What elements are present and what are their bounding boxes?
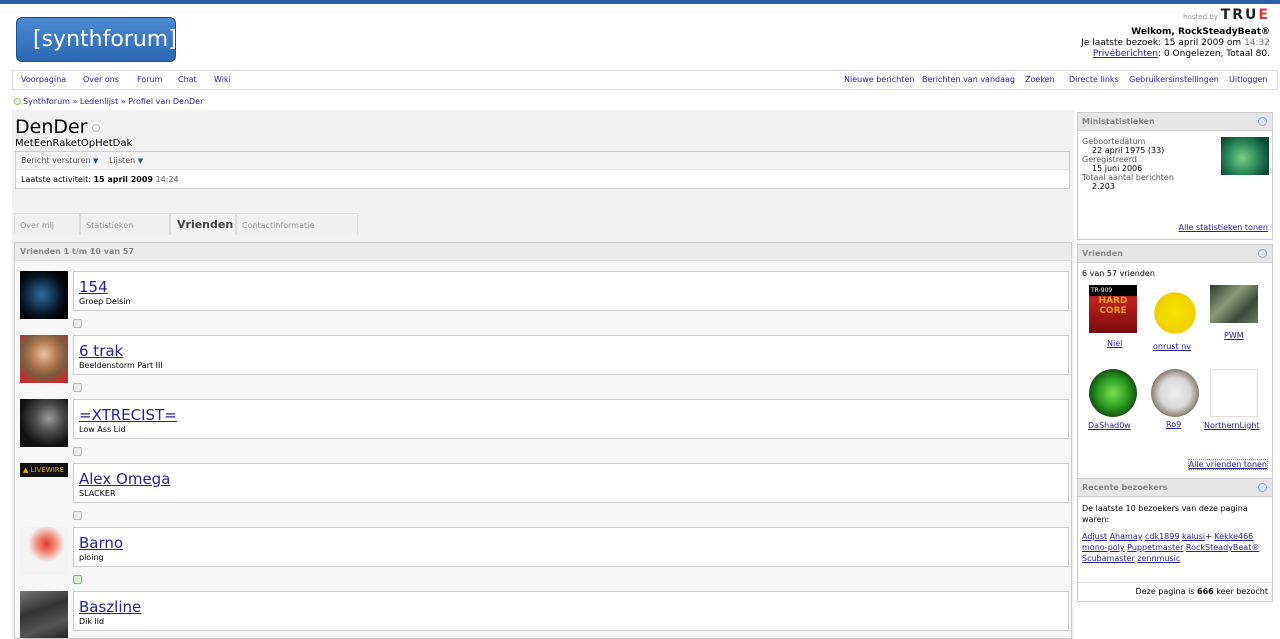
collapse-icon[interactable] (1258, 117, 1267, 126)
nav-wiki[interactable]: Wiki (214, 75, 231, 84)
page-view-counter: Deze pagina is 666 keer bezocht (1078, 582, 1272, 600)
tab-about-me[interactable]: Over mij (14, 213, 80, 235)
friend-name-link[interactable]: =XTRECIST= (79, 406, 177, 424)
friend-title: SLACKER (79, 489, 116, 498)
friend-link[interactable]: onrust nv (1153, 342, 1191, 351)
avatar[interactable] (20, 271, 68, 319)
recent-visitors-list: Adjust Ahamay cdk1899 kalusi+ Kekke466 m… (1082, 531, 1270, 564)
nav-todays-posts[interactable]: Berichten van vandaag (922, 75, 1015, 84)
collapse-icon[interactable] (73, 447, 82, 456)
visitor-link[interactable]: kalusi (1182, 532, 1205, 541)
visitor-link[interactable]: mono-poly (1082, 543, 1125, 552)
friend-avatar[interactable] (1151, 369, 1199, 417)
last-activity: Laatste activiteit: 15 april 2009 14:24 (21, 175, 179, 184)
nav-logout[interactable]: Uitloggen (1229, 75, 1267, 84)
friend-title: Groep Delsin (79, 297, 131, 306)
recent-visitors-block: Recente bezoekers De laatste 10 bezoeker… (1077, 478, 1273, 602)
friends-count: 6 van 57 vrienden (1082, 269, 1155, 278)
collapse-icon[interactable] (1258, 483, 1267, 492)
collapse-icon[interactable] (73, 511, 82, 520)
host-logo[interactable]: TRUE (1221, 7, 1270, 23)
nav-forum[interactable]: Forum (137, 75, 162, 84)
avatar[interactable] (20, 399, 68, 447)
nav-chat[interactable]: Chat (178, 75, 197, 84)
chevron-down-icon: ▼ (93, 157, 99, 165)
ministats-block: Ministatistieken Geboortedatum 22 april … (1077, 112, 1273, 240)
visitor-link[interactable]: Ahamay (1110, 532, 1143, 541)
collapse-icon[interactable] (73, 319, 82, 328)
avatar[interactable] (20, 527, 68, 575)
nav-quick-links[interactable]: Directe links (1069, 75, 1119, 84)
visitor-link[interactable]: RockSteadyBeat® (1186, 543, 1259, 552)
collapse-icon[interactable] (1258, 249, 1267, 258)
friend-link[interactable]: Niel (1107, 339, 1122, 348)
send-message-button[interactable]: Bericht versturen ▼ (21, 156, 106, 165)
recent-visitors-intro: De laatste 10 bezoekers van deze pagina … (1082, 504, 1248, 524)
private-messages-link[interactable]: Privéberichten (1093, 49, 1158, 59)
friend-link[interactable]: DaShad0w (1088, 421, 1131, 430)
friends-list-header: Vrienden 1 t/m 10 van 57 (15, 243, 1071, 261)
friend-title: Beeldenstorm Part III (79, 361, 163, 370)
all-friends-link[interactable]: Alle vrienden tonen (1187, 459, 1268, 470)
friend-link[interactable]: Ro9 (1166, 420, 1181, 429)
last-visit: Je laatste bezoek: 15 april 2009 om 14:3… (1081, 38, 1270, 48)
friend-title: Low Ass Lid (79, 425, 126, 434)
hosted-by-text: hosted by (1183, 13, 1218, 21)
friends-list-panel: Vrienden 1 t/m 10 van 57 154 Groep Delsin… (14, 242, 1072, 639)
friend-avatar[interactable] (1151, 289, 1199, 337)
friend-link[interactable]: PWM (1224, 331, 1244, 340)
breadcrumb: Synthforum » Ledenlijst » Profiel van De… (14, 97, 203, 106)
expand-icon[interactable] (73, 575, 82, 584)
tab-statistics[interactable]: Statistieken (80, 213, 170, 235)
visitor-link[interactable]: Scubamaster (1082, 554, 1135, 563)
ministats-content: Geboortedatum 22 april 1975 (33) Geregis… (1082, 137, 1174, 191)
breadcrumb-text[interactable]: Synthforum » Ledenlijst » Profiel van De… (23, 97, 203, 106)
friend-name-link[interactable]: Baszline (79, 598, 141, 616)
top-accent-line (0, 0, 1280, 4)
visitor-link[interactable]: Kekke466 (1214, 532, 1253, 541)
visitor-link[interactable]: Adjust (1082, 532, 1107, 541)
friend-title: Dik lid (79, 617, 105, 626)
visitor-link[interactable]: cdk1899 (1145, 532, 1179, 541)
nav-new-posts[interactable]: Nieuwe berichten (844, 75, 914, 84)
user-welcome-box: hosted by TRUE Welkom, RockSteadyBeat® J… (1081, 7, 1270, 60)
friend-name-link[interactable]: 6 trak (79, 342, 123, 360)
friend-avatar[interactable] (1210, 285, 1258, 323)
friend-avatar[interactable] (1210, 369, 1258, 417)
welcome-text: Welkom, RockSteadyBeat® (1131, 27, 1270, 37)
avatar[interactable]: ▲ LIVEWIRE (20, 463, 68, 477)
visitor-link[interactable]: Puppetmaster (1127, 543, 1183, 552)
livewire-logo: ▲ LIVEWIRE (23, 466, 65, 474)
friend-title: ploing (79, 553, 104, 562)
friend-name-link[interactable]: Alex Omega (79, 470, 170, 488)
avatar[interactable] (20, 591, 68, 638)
nav-user-settings[interactable]: Gebruikersinstellingen (1129, 75, 1219, 84)
all-stats-link[interactable]: Alle statistieken tonen (1179, 223, 1268, 232)
page-title: DenDer (15, 116, 100, 138)
tab-contact[interactable]: Contactinformatie (236, 213, 358, 235)
chevron-down-icon: ▼ (137, 157, 144, 165)
site-logo[interactable]: [synthforum] (16, 17, 177, 62)
friend-avatar[interactable] (1089, 369, 1137, 417)
online-status-icon (91, 123, 100, 132)
nav-home[interactable]: Voorpagina (21, 75, 66, 84)
breadcrumb-icon (14, 98, 21, 105)
user-title: MetEenRaketOpHetDak (15, 138, 133, 149)
nav-search[interactable]: Zoeken (1025, 75, 1055, 84)
friend-name-link[interactable]: 154 (79, 278, 108, 296)
buddy-plus: + (1205, 532, 1212, 541)
friend-link[interactable]: NorthernLight (1204, 421, 1259, 430)
nav-about[interactable]: Over ons (83, 75, 119, 84)
private-messages: Privéberichten: 0 Ongelezen, Totaal 80. (1092, 49, 1270, 59)
friend-avatar[interactable]: TR-909 HARD CORE (1089, 285, 1137, 333)
navbar: Voorpagina Over ons Forum Chat Wiki Nieu… (12, 70, 1278, 90)
friend-name-link[interactable]: Barno (79, 534, 123, 552)
collapse-icon[interactable] (73, 383, 82, 392)
avatar[interactable] (20, 335, 68, 383)
visitor-link[interactable]: zennmusic (1137, 554, 1180, 563)
profile-action-bar: Bericht versturen ▼ Lijsten ▼ Laatste ac… (15, 151, 1070, 189)
lists-button[interactable]: Lijsten ▼ (109, 156, 151, 165)
tab-friends[interactable]: Vrienden (170, 213, 236, 235)
avatar (1221, 137, 1269, 175)
